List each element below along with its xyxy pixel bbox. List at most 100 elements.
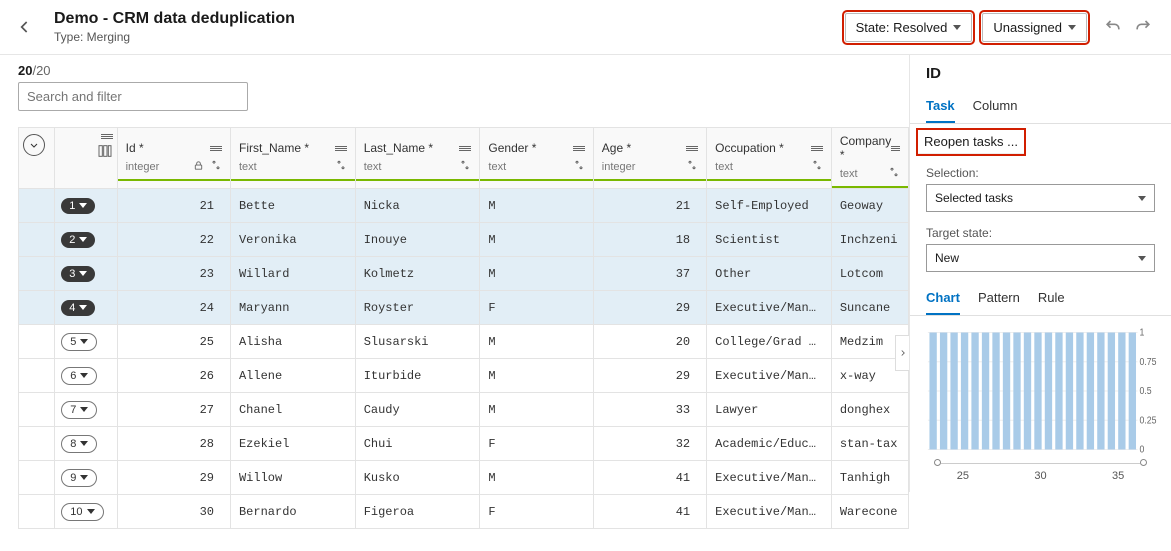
column-menu-icon[interactable] <box>811 146 823 151</box>
undo-icon[interactable] <box>1103 16 1123 39</box>
cell-company[interactable]: Inchzeni <box>831 223 908 257</box>
row-checkbox-cell[interactable] <box>19 427 55 461</box>
assignee-dropdown[interactable]: Unassigned <box>982 13 1087 42</box>
cell-age[interactable]: 32 <box>593 427 706 461</box>
table-row[interactable]: 424MaryannRoysterF29Executive/Man...Sunc… <box>19 291 909 325</box>
sort-icon[interactable] <box>335 159 347 174</box>
row-checkbox-cell[interactable] <box>19 325 55 359</box>
cell-company[interactable]: stan-tax <box>831 427 908 461</box>
column-header-occupation[interactable]: Occupation *text <box>707 128 832 189</box>
cell-gender[interactable]: F <box>480 427 593 461</box>
redo-icon[interactable] <box>1133 16 1153 39</box>
cell-id[interactable]: 24 <box>117 291 230 325</box>
state-dropdown[interactable]: State: Resolved <box>845 13 973 42</box>
expand-all-header[interactable] <box>19 128 55 189</box>
target-state-dropdown[interactable]: New <box>926 244 1155 272</box>
sort-icon[interactable] <box>686 159 698 174</box>
tab-task[interactable]: Task <box>926 92 955 123</box>
cell-gender[interactable]: M <box>480 359 593 393</box>
search-input[interactable] <box>18 82 248 111</box>
sort-icon[interactable] <box>811 159 823 174</box>
cell-last-name[interactable]: Caudy <box>355 393 480 427</box>
column-menu-icon[interactable] <box>210 146 222 151</box>
sort-icon[interactable] <box>573 159 585 174</box>
cell-company[interactable]: Tanhigh <box>831 461 908 495</box>
cell-first-name[interactable]: Willard <box>230 257 355 291</box>
row-checkbox-cell[interactable] <box>19 223 55 257</box>
cell-id[interactable]: 21 <box>117 189 230 223</box>
cell-id[interactable]: 26 <box>117 359 230 393</box>
cell-company[interactable]: Warecone <box>831 495 908 529</box>
cell-gender[interactable]: M <box>480 325 593 359</box>
cell-age[interactable]: 18 <box>593 223 706 257</box>
cell-first-name[interactable]: Allene <box>230 359 355 393</box>
cell-first-name[interactable]: Veronika <box>230 223 355 257</box>
sort-icon[interactable] <box>888 166 900 181</box>
column-menu-icon[interactable] <box>459 146 471 151</box>
cell-occupation[interactable]: Executive/Man... <box>707 359 832 393</box>
cell-age[interactable]: 21 <box>593 189 706 223</box>
cell-last-name[interactable]: Kolmetz <box>355 257 480 291</box>
column-header-last_name[interactable]: Last_Name *text <box>355 128 480 189</box>
table-row[interactable]: 121BetteNickaM21Self-EmployedGeoway <box>19 189 909 223</box>
slider-handle-left[interactable] <box>934 459 941 466</box>
cell-last-name[interactable]: Chui <box>355 427 480 461</box>
group-pill[interactable]: 8 <box>61 435 97 453</box>
row-checkbox-cell[interactable] <box>19 189 55 223</box>
cell-first-name[interactable]: Bette <box>230 189 355 223</box>
cell-age[interactable]: 29 <box>593 359 706 393</box>
table-row[interactable]: 929WillowKuskoM41Executive/Man...Tanhigh <box>19 461 909 495</box>
cell-occupation[interactable]: Executive/Man... <box>707 291 832 325</box>
column-menu-icon[interactable] <box>891 146 900 151</box>
cell-first-name[interactable]: Ezekiel <box>230 427 355 461</box>
cell-last-name[interactable]: Figeroa <box>355 495 480 529</box>
cell-company[interactable]: donghex <box>831 393 908 427</box>
cell-id[interactable]: 22 <box>117 223 230 257</box>
cell-age[interactable]: 20 <box>593 325 706 359</box>
cell-occupation[interactable]: Executive/Man... <box>707 461 832 495</box>
cell-last-name[interactable]: Iturbide <box>355 359 480 393</box>
cell-id[interactable]: 27 <box>117 393 230 427</box>
cell-id[interactable]: 29 <box>117 461 230 495</box>
cell-occupation[interactable]: College/Grad ... <box>707 325 832 359</box>
cell-company[interactable]: Lotcom <box>831 257 908 291</box>
table-row[interactable]: 525AlishaSlusarskiM20College/Grad ...Med… <box>19 325 909 359</box>
cell-first-name[interactable]: Maryann <box>230 291 355 325</box>
sort-icon[interactable] <box>210 159 222 174</box>
collapse-panel-icon[interactable] <box>895 335 909 371</box>
table-row[interactable]: 828EzekielChuiF32Academic/Educ...stan-ta… <box>19 427 909 461</box>
column-header-first_name[interactable]: First_Name *text <box>230 128 355 189</box>
mini-tab-pattern[interactable]: Pattern <box>978 284 1020 315</box>
cell-occupation[interactable]: Lawyer <box>707 393 832 427</box>
cell-last-name[interactable]: Nicka <box>355 189 480 223</box>
cell-occupation[interactable]: Self-Employed <box>707 189 832 223</box>
table-row[interactable]: 1030BernardoFigeroaF41Executive/Man...Wa… <box>19 495 909 529</box>
row-checkbox-cell[interactable] <box>19 291 55 325</box>
group-pill[interactable]: 7 <box>61 401 97 419</box>
column-header-gender[interactable]: Gender *text <box>480 128 593 189</box>
column-header-age[interactable]: Age *integer <box>593 128 706 189</box>
column-menu-icon[interactable] <box>335 146 347 151</box>
cell-first-name[interactable]: Chanel <box>230 393 355 427</box>
cell-first-name[interactable]: Alisha <box>230 325 355 359</box>
cell-occupation[interactable]: Academic/Educ... <box>707 427 832 461</box>
cell-last-name[interactable]: Kusko <box>355 461 480 495</box>
group-pill[interactable]: 3 <box>61 266 95 282</box>
group-pill[interactable]: 1 <box>61 198 95 214</box>
cell-company[interactable]: Suncane <box>831 291 908 325</box>
cell-first-name[interactable]: Willow <box>230 461 355 495</box>
group-pill[interactable]: 10 <box>61 503 103 521</box>
row-checkbox-cell[interactable] <box>19 461 55 495</box>
slider-handle-right[interactable] <box>1140 459 1147 466</box>
cell-first-name[interactable]: Bernardo <box>230 495 355 529</box>
cell-gender[interactable]: M <box>480 393 593 427</box>
cell-age[interactable]: 33 <box>593 393 706 427</box>
cell-last-name[interactable]: Inouye <box>355 223 480 257</box>
layout-icon[interactable] <box>97 143 113 162</box>
cell-id[interactable]: 25 <box>117 325 230 359</box>
cell-gender[interactable]: M <box>480 189 593 223</box>
group-pill[interactable]: 2 <box>61 232 95 248</box>
column-menu-icon[interactable] <box>686 146 698 151</box>
back-arrow-icon[interactable] <box>12 14 38 40</box>
expand-all-icon[interactable] <box>23 134 45 156</box>
